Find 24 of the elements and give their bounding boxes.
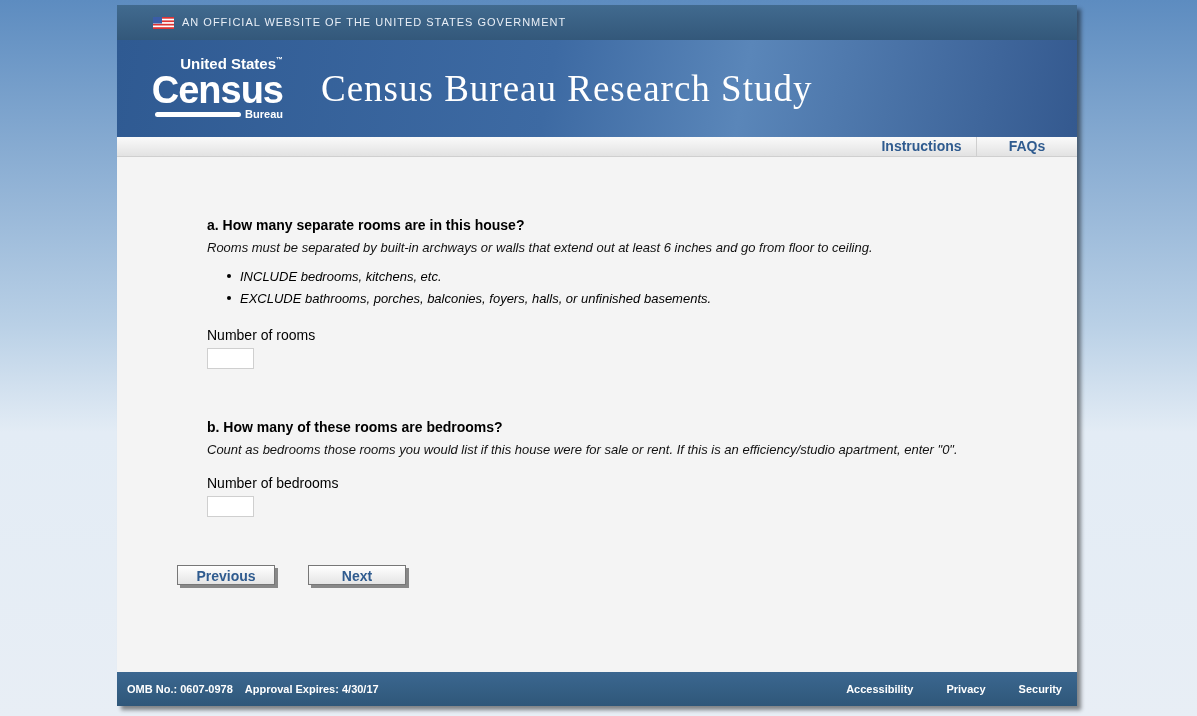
input-field[interactable]	[207, 347, 254, 369]
bullet-text: INCLUDE bedrooms, kitchens, etc.	[240, 267, 442, 286]
question-heading: b. How many of these rooms are bedrooms?	[207, 417, 504, 437]
bullet-icon	[227, 296, 231, 300]
nav-button[interactable]: Next	[308, 565, 406, 585]
nav-link[interactable]: Instructions	[867, 137, 977, 156]
nav-button[interactable]: Previous	[177, 565, 275, 585]
bullet-icon	[227, 273, 231, 278]
field-label: Number of bedrooms	[207, 474, 340, 493]
question-note: Rooms must be separated by built-in archways or walls that extend out at least 6 inches and go from floor to ceiling.	[207, 239, 874, 257]
footer-link[interactable]: Privacy	[946, 680, 986, 698]
bullet-text: EXCLUDE bathrooms, porches, balconies, foyers, halls, or unfinished basements.	[240, 290, 712, 308]
nav-link[interactable]: FAQs	[977, 137, 1077, 156]
us-flag-icon	[153, 16, 174, 29]
omb-number: OMB No.: 0607-0978	[127, 681, 233, 697]
question-heading: a. How many separate rooms are in this house?	[207, 216, 526, 235]
footer-link[interactable]: Security	[1018, 680, 1062, 698]
input-field[interactable]	[207, 496, 254, 517]
field-label: Number of rooms	[207, 325, 317, 345]
site-title: Census Bureau Research Study	[321, 66, 813, 111]
question-note: Count as bedrooms those rooms you would list if this house were for sale or rent. If this is an efficiency/studio apartment, enter "0".	[207, 440, 959, 459]
gov-banner-text: AN OFFICIAL WEBSITE OF THE UNITED STATES GOVERNMENT	[182, 15, 567, 31]
approval-expiry: Approval Expires: 4/30/17	[244, 681, 379, 697]
footer-link[interactable]: Accessibility	[846, 680, 914, 698]
